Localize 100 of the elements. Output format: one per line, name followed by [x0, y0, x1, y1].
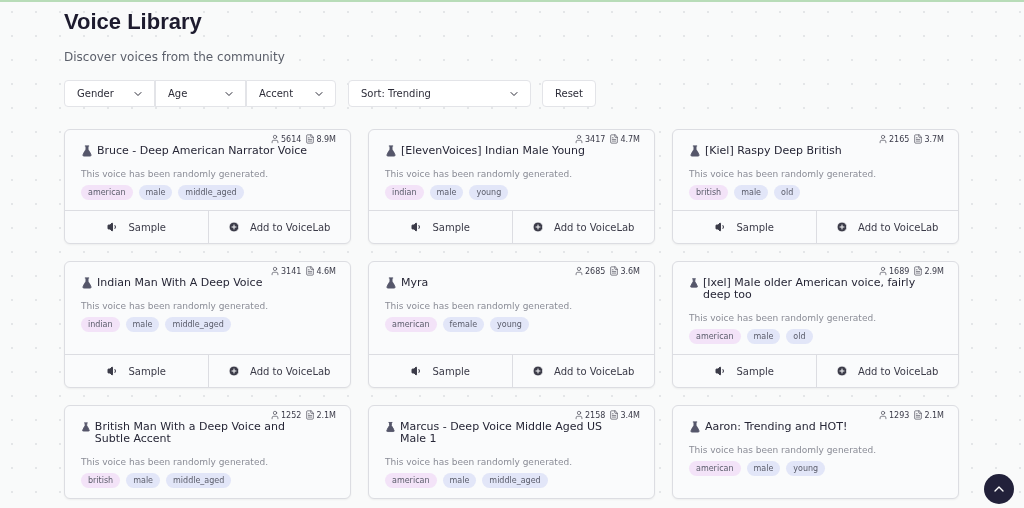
- filter-dropdown[interactable]: Age: [155, 80, 246, 107]
- voice-tag: british: [81, 473, 121, 488]
- voice-tag: young: [469, 185, 509, 200]
- flask-icon: [385, 421, 396, 433]
- sample-button[interactable]: Sample: [65, 355, 208, 387]
- user-count: 2685: [585, 266, 606, 276]
- page-title: Voice Library: [64, 8, 203, 36]
- character-count: 3.4M: [620, 410, 640, 420]
- voice-tag: middle_aged: [482, 473, 548, 488]
- add-to-voicelab-button[interactable]: Add to VoiceLab: [815, 211, 958, 243]
- voice-tag: male: [429, 185, 464, 200]
- user-icon: [574, 266, 584, 276]
- user-count: 2165: [889, 134, 910, 144]
- user-icon: [270, 266, 280, 276]
- document-icon: [913, 134, 924, 144]
- voice-tag: american: [385, 317, 437, 332]
- voice-tag: male: [746, 329, 781, 344]
- character-count: 2.1M: [316, 410, 336, 420]
- document-icon: [913, 266, 924, 276]
- document-icon: [609, 410, 620, 420]
- add-to-voicelab-button[interactable]: Add to VoiceLab: [511, 355, 654, 387]
- voice-tag: male: [734, 185, 769, 200]
- sample-button[interactable]: Sample: [673, 211, 816, 243]
- voice-tag: male: [125, 317, 160, 332]
- character-count: 4.7M: [620, 134, 640, 144]
- filter-dropdown[interactable]: Gender: [64, 80, 155, 107]
- user-count: 1293: [889, 410, 910, 420]
- voice-tag: american: [81, 185, 133, 200]
- character-count: 2.9M: [924, 266, 944, 276]
- speaker-icon: [410, 365, 423, 377]
- user-icon: [574, 410, 584, 420]
- character-count: 3.7M: [924, 134, 944, 144]
- sample-button[interactable]: Sample: [65, 211, 208, 243]
- user-icon: [270, 134, 280, 144]
- flask-icon: [689, 145, 701, 157]
- voice-tag: old: [786, 329, 813, 344]
- character-count: 4.6M: [316, 266, 336, 276]
- flask-icon: [81, 277, 93, 289]
- voice-tag: indian: [81, 317, 120, 332]
- user-icon: [878, 266, 888, 276]
- page-subtitle: Discover voices from the community: [64, 50, 286, 64]
- user-icon: [878, 134, 888, 144]
- voice-name: British Man With a Deep Voice and Subtle Accent: [94, 421, 286, 445]
- voice-description: This voice has been randomly generated.: [385, 301, 573, 311]
- voice-description: This voice has been randomly generated.: [385, 457, 573, 467]
- user-icon: [574, 134, 584, 144]
- user-count: 2158: [585, 410, 606, 420]
- sort-dropdown[interactable]: Sort: Trending: [348, 80, 531, 107]
- voice-tag: middle_aged: [166, 473, 232, 488]
- add-to-voicelab-button[interactable]: Add to VoiceLab: [207, 355, 350, 387]
- flask-icon: [385, 277, 397, 289]
- plus-circle-icon: [532, 365, 545, 377]
- character-count: 8.9M: [316, 134, 336, 144]
- plus-circle-icon: [228, 221, 241, 233]
- speaker-icon: [714, 221, 727, 233]
- document-icon: [609, 266, 620, 276]
- voice-name: Bruce - Deep American Narrator Voice: [97, 145, 309, 157]
- plus-circle-icon: [228, 365, 241, 377]
- voice-tag: american: [385, 473, 437, 488]
- user-count: 5614: [281, 134, 302, 144]
- voice-tag: male: [126, 473, 161, 488]
- scroll-to-top-button[interactable]: [984, 474, 1014, 504]
- user-count: 1252: [281, 410, 302, 420]
- sample-button[interactable]: Sample: [369, 211, 512, 243]
- speaker-icon: [714, 365, 727, 377]
- voice-tag: old: [774, 185, 801, 200]
- voice-name: Indian Man With A Deep Voice: [97, 277, 264, 289]
- user-count: 3141: [281, 266, 302, 276]
- add-to-voicelab-button[interactable]: Add to VoiceLab: [815, 355, 958, 387]
- user-count: 3417: [585, 134, 606, 144]
- reset-button[interactable]: Reset: [542, 80, 596, 107]
- plus-circle-icon: [532, 221, 545, 233]
- user-icon: [270, 410, 280, 420]
- character-count: 3.6M: [620, 266, 640, 276]
- voice-description: This voice has been randomly generated.: [81, 301, 269, 311]
- voice-tag: young: [490, 317, 529, 332]
- voice-description: This voice has been randomly generated.: [385, 169, 573, 179]
- voice-description: This voice has been randomly generated.: [81, 169, 269, 179]
- filter-dropdown[interactable]: Accent: [246, 80, 336, 107]
- speaker-icon: [106, 365, 119, 377]
- add-to-voicelab-button[interactable]: Add to VoiceLab: [207, 211, 350, 243]
- voice-tag: male: [442, 473, 477, 488]
- sample-button[interactable]: Sample: [673, 355, 816, 387]
- voice-tag: male: [746, 461, 781, 476]
- voice-tag: british: [689, 185, 729, 200]
- character-count: 2.1M: [924, 410, 944, 420]
- document-icon: [609, 134, 620, 144]
- speaker-icon: [106, 221, 119, 233]
- voice-tag: male: [138, 185, 173, 200]
- voice-name: [Ixel] Male older American voice, fairly deep too: [703, 277, 917, 301]
- sample-button[interactable]: Sample: [369, 355, 512, 387]
- voice-tag: female: [442, 317, 485, 332]
- document-icon: [305, 410, 316, 420]
- voice-tag: indian: [385, 185, 424, 200]
- plus-circle-icon: [836, 221, 849, 233]
- user-icon: [878, 410, 888, 420]
- voice-tag: middle_aged: [178, 185, 244, 200]
- flask-icon: [689, 277, 700, 289]
- voice-description: This voice has been randomly generated.: [689, 445, 877, 455]
- add-to-voicelab-button[interactable]: Add to VoiceLab: [511, 211, 654, 243]
